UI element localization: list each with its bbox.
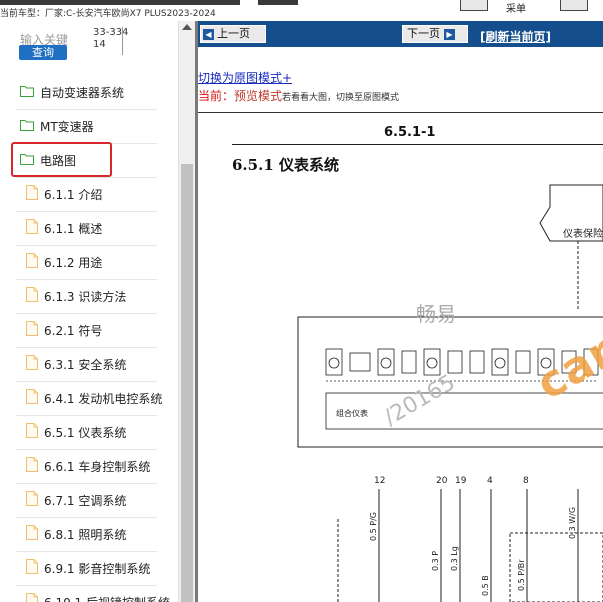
document-icon (26, 457, 38, 472)
wire-label: 0.5 P/Br (517, 559, 526, 591)
document-item[interactable]: 6.3.1 安全系统 (16, 348, 157, 382)
folder-icon (20, 86, 34, 97)
document-icon (26, 423, 38, 438)
fuse-box-label: 仪表保险盒 (563, 227, 603, 240)
page-nav-bar: ◀ 上一页 下一页 ▶ [刷新当前页] (198, 21, 603, 47)
pin-number: 12 (374, 476, 385, 486)
document-icon (26, 253, 38, 268)
tree-item-label: 6.4.1 发动机电控系统 (44, 392, 163, 406)
pin-number: 20 (436, 476, 448, 486)
document-item[interactable]: 6.1.2 用途 (16, 246, 157, 280)
document-item[interactable]: 6.2.1 符号 (16, 314, 157, 348)
left-arrow-icon: ◀ (203, 28, 214, 40)
document-icon (26, 321, 38, 336)
refresh-link[interactable]: [刷新当前页] (480, 28, 551, 45)
page-divider (232, 144, 603, 145)
tree-item-label: 6.6.1 车身控制系统 (44, 460, 151, 474)
current-mode: 预览模式 (234, 89, 283, 103)
document-icon (26, 593, 38, 602)
pin-number: 8 (523, 476, 529, 486)
current-label: 当前： (198, 89, 235, 103)
prev-page-button[interactable]: ◀ 上一页 (200, 25, 266, 43)
keyword-input[interactable]: 33-33414 (93, 27, 129, 51)
document-icon (26, 491, 38, 506)
tree-item-label: 6.1.1 概述 (44, 222, 103, 236)
watermark-text: 畅易 (416, 302, 456, 326)
pin-numbers: 12 20 19 4 8 (374, 476, 529, 486)
query-button[interactable]: 查询 (19, 45, 67, 60)
top-bar: 当前车型：厂家:C-长安汽车欧尚X7 PLUS2023-2024 采单 (0, 0, 603, 21)
tree-item-label: 6.2.1 符号 (44, 324, 103, 338)
tree-item-label: 6.5.1 仪表系统 (44, 426, 127, 440)
tree-item-label: 6.1.2 用途 (44, 256, 103, 270)
pin-number: 19 (455, 476, 467, 486)
document-item[interactable]: 6.1.1 介绍 (16, 178, 157, 212)
scroll-up-icon[interactable] (182, 24, 192, 30)
current-car-info: 当前车型：厂家:C-长安汽车欧尚X7 PLUS2023-2024 (0, 6, 216, 19)
next-page-button[interactable]: 下一页 ▶ (402, 25, 468, 43)
toolbar-icon[interactable] (460, 0, 488, 11)
next-page-label: 下一页 (407, 27, 440, 40)
document-icon (26, 287, 38, 302)
document-item[interactable]: 6.9.1 影音控制系统 (16, 552, 157, 586)
document-item[interactable]: 6.7.1 空调系统 (16, 484, 157, 518)
document-item[interactable]: 6.1.1 概述 (16, 212, 157, 246)
current-mode-line: 当前：预览模式若看看大图，切换至原图模式 (198, 87, 399, 104)
tree-item-label: 6.3.1 安全系统 (44, 358, 127, 372)
sidebar: 输入关键 33-33414 查询 自动变速器系统 MT变速器 电路图 6.1.1 介绍… (0, 21, 196, 602)
tree-item-label: 6.10.1 后视镜控制系统 (44, 594, 170, 602)
current-hint: 若看看大图，切换至原图模式 (282, 93, 400, 103)
document-pane: ◀ 上一页 下一页 ▶ [刷新当前页] 切换为原图模式+ 当前：预览模式若看看大图，… (198, 21, 603, 602)
document-item[interactable]: 6.1.3 识读方法 (16, 280, 157, 314)
right-arrow-icon: ▶ (444, 28, 455, 40)
tree-item-label: 6.1.1 介绍 (44, 188, 103, 202)
tree-item-label: 6.1.3 识读方法 (44, 290, 127, 304)
document-item[interactable]: 6.6.1 车身控制系统 (16, 450, 157, 484)
document-item[interactable]: 6.4.1 发动机电控系统 (16, 382, 162, 416)
folder-icon (20, 120, 34, 131)
folder-item[interactable]: MT变速器 (16, 110, 157, 144)
document-item[interactable]: 6.5.1 仪表系统 (16, 416, 157, 450)
document-icon (26, 389, 38, 404)
scroll-thumb[interactable] (181, 164, 193, 602)
car-label: 当前车型： (0, 9, 46, 19)
wire-label: 0.3 P (431, 551, 440, 571)
tree-item-label: MT变速器 (40, 120, 94, 134)
document-icon (26, 219, 38, 234)
pin-number: 4 (487, 476, 493, 486)
tree-item-label: 6.7.1 空调系统 (44, 494, 127, 508)
wire-label: 0.3 W/G (568, 507, 577, 539)
document-item[interactable]: 6.10.1 后视镜控制系统 (16, 586, 170, 602)
highlight-box (11, 142, 112, 177)
document-icon (26, 525, 38, 540)
car-value: 厂家:C-长安汽车欧尚X7 PLUS2023-2024 (45, 9, 216, 19)
toolbar-strip (258, 0, 298, 5)
wire-label: 0.5 B (481, 575, 490, 596)
wire-label: 0.5 P/G (369, 512, 378, 541)
switch-mode-link[interactable]: 切换为原图模式+ (198, 69, 292, 86)
tree-item-label: 自动变速器系统 (40, 86, 125, 100)
toolbar-icon[interactable] (560, 0, 588, 11)
page-number: 6.5.1-1 (384, 125, 436, 140)
connector-label: 组合仪表 (336, 408, 368, 418)
document-icon (26, 559, 38, 574)
toolbar-strip (0, 0, 240, 5)
document-icon (26, 185, 38, 200)
wire-labels: 0.5 P/G 0.3 P 0.3 Lg 0.5 B 0.5 P/Br 0.3 … (369, 507, 577, 596)
wire-label: 0.3 Lg (450, 546, 459, 571)
folder-item[interactable]: 自动变速器系统 (16, 76, 157, 110)
input-cursor (122, 27, 123, 55)
tree-item-label: 6.9.1 影音控制系统 (44, 562, 151, 576)
prev-page-label: 上一页 (217, 27, 250, 40)
doc-divider (198, 112, 603, 113)
tree-item-label: 6.8.1 照明系统 (44, 528, 127, 542)
toolbar-label[interactable]: 采单 (506, 0, 526, 15)
sidebar-scrollbar[interactable] (178, 21, 195, 602)
wires (337, 489, 603, 602)
document-item[interactable]: 6.8.1 照明系统 (16, 518, 157, 552)
document-icon (26, 355, 38, 370)
